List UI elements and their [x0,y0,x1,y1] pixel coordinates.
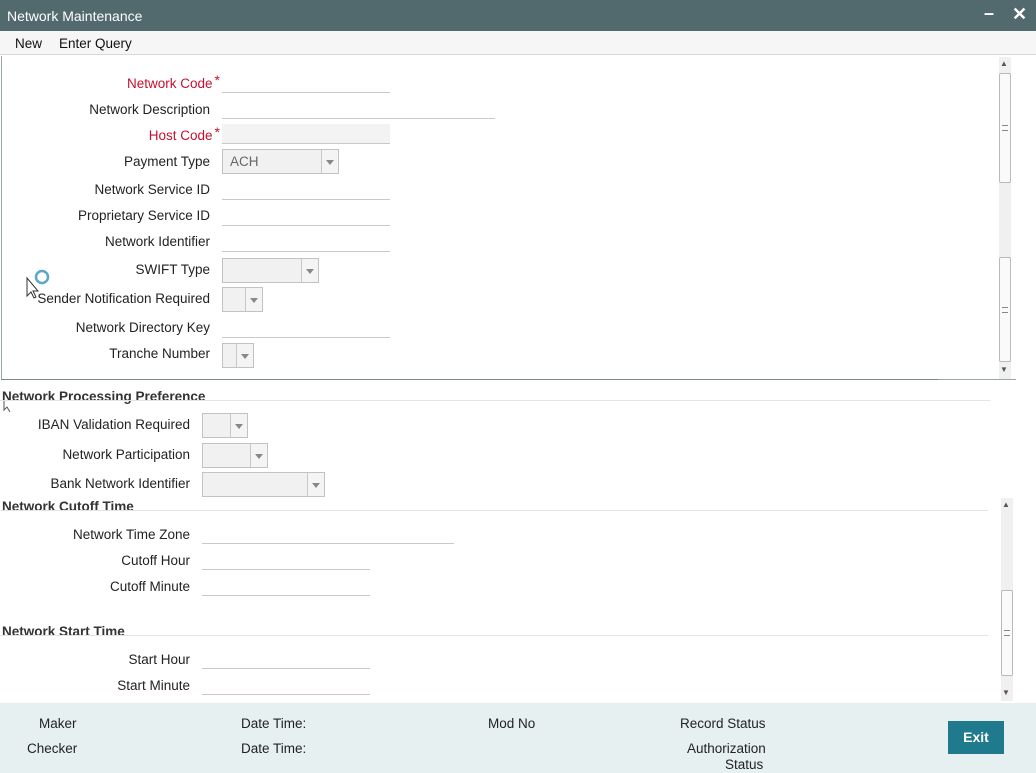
iban-validation-label: IBAN Validation Required [37,417,190,432]
start-hour-input[interactable] [202,649,370,669]
scroll-up-icon[interactable]: ▲ [1002,500,1010,509]
section-divider [0,635,988,636]
sender-notification-select[interactable] [222,287,263,312]
minimize-icon[interactable]: – [984,3,994,23]
chevron-down-icon [236,344,253,367]
network-description-label: Network Description [89,102,210,117]
upper-scrollbar[interactable]: ▲ ▼ [999,57,1011,379]
network-code-label: Network Code * [127,72,220,91]
chevron-down-icon [230,414,247,437]
proprietary-service-id-input[interactable] [222,206,390,226]
tranche-number-select[interactable] [222,343,254,368]
window-title: Network Maintenance [7,8,143,24]
menu-new[interactable]: New [15,36,42,51]
network-identifier-input[interactable] [222,232,390,252]
network-directory-key-label: Network Directory Key [75,320,210,335]
cutoff-minute-label: Cutoff Minute [109,579,190,594]
lower-scrollbar[interactable]: ▲ ▼ [1001,498,1013,701]
mod-no-label: Mod No [488,716,536,731]
cutoff-section-title: Network Cutoff Time [2,499,134,514]
maker-label: Maker [39,716,77,731]
swift-type-select[interactable] [222,258,319,283]
scrollbar-thumb[interactable] [1001,590,1013,676]
scroll-up-icon[interactable]: ▲ [1000,59,1008,68]
network-service-id-input[interactable] [222,180,390,200]
network-identifier-label: Network Identifier [104,234,210,249]
start-hour-label: Start Hour [128,652,190,667]
network-directory-key-input[interactable] [222,318,390,338]
maker-date-time-label: Date Time: [241,716,307,731]
payment-type-select[interactable]: ACH [222,149,339,174]
network-description-input[interactable] [222,99,495,119]
payment-type-value: ACH [230,154,259,169]
iban-validation-select[interactable] [202,413,248,438]
start-minute-label: Start Minute [117,678,190,693]
host-code-input[interactable] [222,124,390,144]
cutoff-hour-label: Cutoff Hour [121,553,190,568]
cutoff-hour-input[interactable] [202,550,370,570]
panel-divider [1,379,938,380]
menu-bar: New Enter Query [0,31,1036,55]
chevron-down-icon [307,473,324,496]
scrollbar-thumb-2[interactable] [999,257,1011,362]
start-minute-input[interactable] [202,675,370,695]
tranche-number-label: Tranche Number [109,346,210,361]
audit-footer: Maker Checker Date Time: Date Time: Mod … [0,703,1036,773]
section-divider [0,400,990,401]
proprietary-service-id-label: Proprietary Service ID [77,208,210,223]
swift-type-label: SWIFT Type [135,262,210,277]
close-icon[interactable]: ✕ [1012,4,1027,24]
network-time-zone-input[interactable] [202,524,454,544]
chevron-down-icon [250,444,267,467]
menu-enter-query[interactable]: Enter Query [59,36,132,51]
chevron-down-icon [245,288,262,311]
bank-network-identifier-select[interactable] [202,472,325,497]
authorization-label: Authorization [687,741,766,756]
bank-network-identifier-label: Bank Network Identifier [50,476,190,491]
network-participation-label: Network Participation [62,447,190,462]
authorization-status-label: Status [725,757,764,772]
network-participation-select[interactable] [202,443,268,468]
busy-cursor-icon [26,269,50,299]
record-status-label: Record Status [680,716,766,731]
window-titlebar: Network Maintenance – ✕ [0,0,1036,31]
chevron-down-icon [301,259,318,282]
section-divider [0,510,988,511]
start-section-title: Network Start Time [2,624,125,639]
chevron-down-icon [321,150,338,173]
checker-label: Checker [27,741,78,756]
scroll-down-icon[interactable]: ▼ [1000,365,1008,374]
exit-button[interactable]: Exit [948,721,1004,754]
cutoff-minute-input[interactable] [202,576,370,596]
scroll-down-icon[interactable]: ▼ [1002,688,1010,697]
payment-type-label: Payment Type [123,154,210,169]
network-time-zone-label: Network Time Zone [72,527,190,542]
network-service-id-label: Network Service ID [94,182,210,197]
checker-date-time-label: Date Time: [241,741,307,756]
scrollbar-thumb-1[interactable] [999,73,1011,183]
host-code-label: Host Code * [148,124,220,143]
network-code-input[interactable] [222,73,390,93]
processing-section-title: Network Processing Preference [2,389,206,404]
